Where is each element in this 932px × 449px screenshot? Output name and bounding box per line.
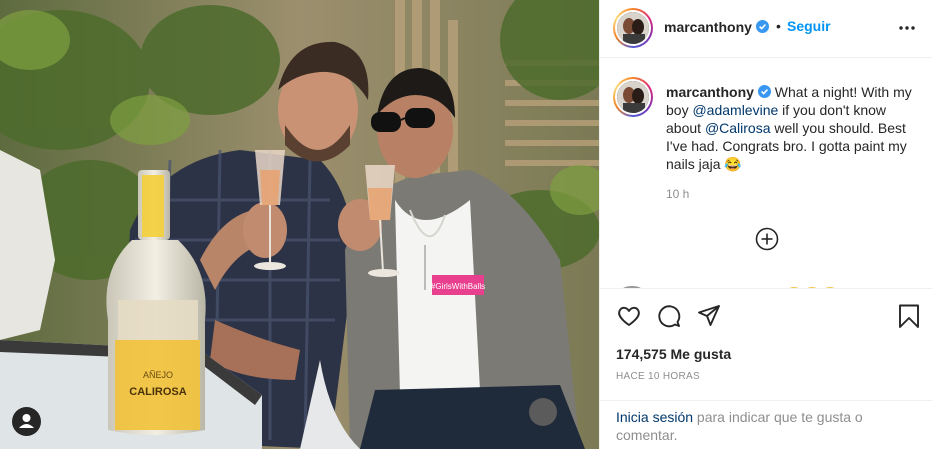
post-photo[interactable]: #GirlsWithBalls AÑEJO CALIROSA (0, 0, 599, 449)
post-caption: marcanthony What a night! With my boy @a… (666, 83, 922, 173)
follow-button[interactable]: Seguir (787, 18, 831, 34)
post-photo-image: #GirlsWithBalls AÑEJO CALIROSA (0, 0, 599, 449)
caption-timestamp[interactable]: 10 h (666, 187, 689, 201)
comments-section: marcanthony What a night! With my boy @a… (600, 59, 932, 288)
mention-calirosa[interactable]: @Calirosa (705, 120, 771, 136)
author-avatar[interactable] (613, 8, 653, 48)
comment-icon[interactable] (656, 303, 682, 329)
author-avatar-image (617, 12, 649, 44)
heart-icon[interactable] (616, 303, 642, 329)
login-prompt: Inicia sesión para indicar que te gusta … (616, 408, 916, 444)
login-prompt-bar: Inicia sesión para indicar que te gusta … (600, 400, 932, 449)
mention-adamlevine[interactable]: @adamlevine (692, 102, 778, 118)
caption-username[interactable]: marcanthony (666, 84, 754, 100)
post-timestamp[interactable]: HACE 10 HORAS (616, 371, 700, 382)
login-link[interactable]: Inicia sesión (616, 409, 693, 425)
bookmark-icon[interactable] (896, 303, 922, 329)
user-tag-icon (19, 414, 34, 428)
shirt-print-text: #GirlsWithBalls (431, 282, 485, 291)
verified-badge-icon (757, 85, 771, 98)
verified-badge-icon (755, 20, 769, 33)
more-options-icon[interactable] (897, 21, 917, 35)
post-header: marcanthony • Seguir (600, 0, 932, 58)
author-username-text[interactable]: marcanthony (664, 19, 752, 35)
plus-circle-icon[interactable] (755, 227, 779, 251)
post-actions: 174,575 Me gusta HACE 10 HORAS Inicia se… (600, 288, 932, 448)
caption-avatar[interactable] (613, 77, 653, 117)
send-icon[interactable] (696, 303, 722, 329)
author-username[interactable]: marcanthony (664, 19, 769, 35)
bottle-sublabel: AÑEJO (143, 370, 173, 380)
likes-count[interactable]: 174,575 Me gusta (616, 346, 731, 362)
tagged-users-button[interactable] (12, 407, 41, 436)
post-details-panel: marcanthony • Seguir marcanthony What a … (599, 0, 932, 449)
caption-avatar-image (617, 81, 649, 113)
bottle-label: CALIROSA (129, 386, 187, 398)
header-separator: • (776, 18, 781, 34)
